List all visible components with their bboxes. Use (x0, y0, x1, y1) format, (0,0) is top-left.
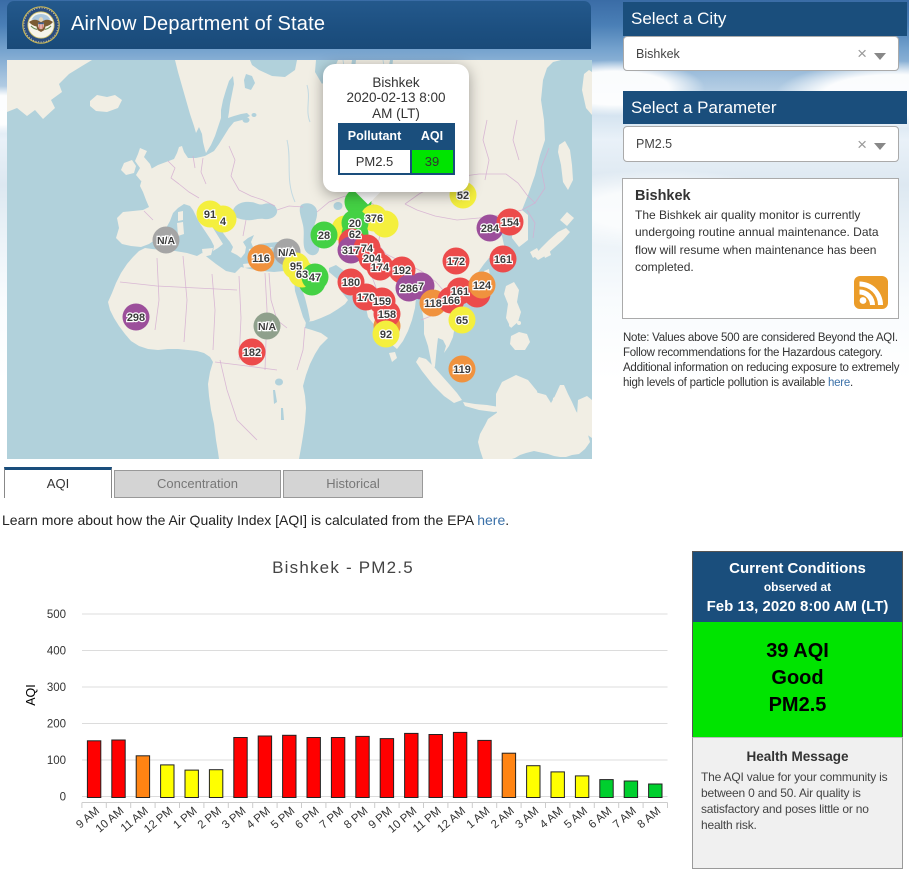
svg-text:1 PM: 1 PM (171, 805, 199, 831)
svg-text:118: 118 (424, 298, 442, 310)
svg-text:400: 400 (47, 646, 66, 658)
svg-text:154: 154 (501, 217, 520, 229)
svg-text:161: 161 (494, 254, 512, 266)
svg-text:192: 192 (393, 265, 411, 277)
svg-text:174: 174 (371, 262, 390, 274)
svg-text:4: 4 (220, 216, 227, 228)
svg-text:200: 200 (47, 719, 66, 731)
svg-text:28: 28 (318, 230, 330, 242)
svg-text:5 AM: 5 AM (562, 805, 590, 831)
svg-text:4 PM: 4 PM (245, 805, 273, 831)
svg-text:47: 47 (309, 272, 321, 284)
svg-text:180: 180 (342, 277, 360, 289)
svg-text:12 PM: 12 PM (142, 805, 175, 836)
svg-text:376: 376 (365, 213, 383, 225)
svg-text:N/A: N/A (278, 247, 297, 259)
svg-text:63: 63 (296, 269, 308, 281)
svg-text:119: 119 (453, 364, 471, 376)
svg-text:4 AM: 4 AM (538, 805, 566, 831)
svg-text:6 AM: 6 AM (587, 805, 615, 831)
svg-text:124: 124 (473, 280, 492, 292)
svg-text:317: 317 (342, 245, 360, 257)
svg-text:65: 65 (456, 315, 468, 327)
svg-text:1 AM: 1 AM (465, 805, 493, 831)
svg-text:284: 284 (481, 223, 500, 235)
svg-text:62: 62 (349, 229, 361, 241)
svg-text:159: 159 (373, 296, 391, 308)
svg-text:2 AM: 2 AM (489, 805, 517, 831)
svg-text:AQI: AQI (24, 684, 38, 706)
svg-text:7: 7 (418, 281, 424, 293)
svg-text:10 AM: 10 AM (94, 805, 127, 835)
svg-text:8 PM: 8 PM (342, 805, 370, 831)
svg-text:298: 298 (127, 312, 145, 324)
svg-text:2 PM: 2 PM (196, 805, 224, 831)
svg-text:100: 100 (47, 755, 66, 767)
svg-text:158: 158 (378, 309, 396, 321)
svg-text:12 AM: 12 AM (435, 805, 468, 835)
svg-text:5 PM: 5 PM (269, 805, 297, 831)
svg-text:286: 286 (400, 283, 418, 295)
svg-text:3 PM: 3 PM (220, 805, 248, 831)
svg-text:161: 161 (451, 286, 469, 298)
svg-text:7 AM: 7 AM (611, 805, 639, 831)
svg-text:172: 172 (447, 256, 465, 268)
svg-text:N/A: N/A (258, 321, 277, 333)
svg-text:500: 500 (47, 609, 66, 621)
svg-text:8 AM: 8 AM (635, 805, 663, 831)
svg-text:N/A: N/A (157, 235, 176, 247)
svg-text:182: 182 (243, 347, 261, 359)
svg-text:92: 92 (380, 329, 392, 341)
svg-text:3 AM: 3 AM (513, 805, 541, 831)
svg-text:91: 91 (204, 209, 216, 221)
svg-text:7 PM: 7 PM (318, 805, 346, 831)
svg-text:116: 116 (252, 253, 270, 265)
svg-text:0: 0 (60, 792, 66, 804)
svg-text:300: 300 (47, 682, 66, 694)
svg-text:Bishkek - PM2.5: Bishkek - PM2.5 (272, 558, 414, 577)
svg-text:6 PM: 6 PM (293, 805, 321, 831)
